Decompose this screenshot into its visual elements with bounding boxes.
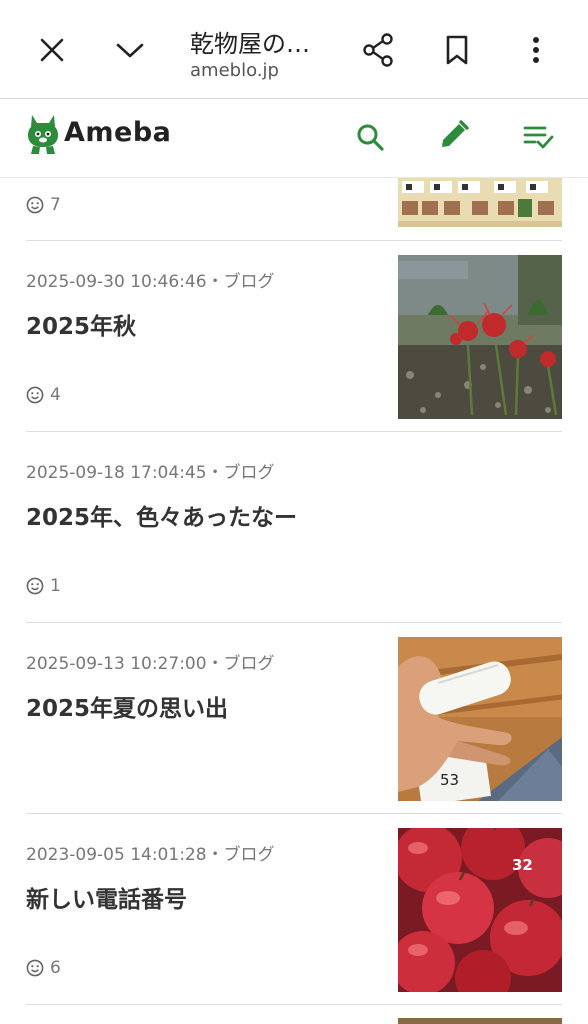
more-menu-button[interactable]	[510, 24, 562, 76]
post-thumbnail[interactable]	[398, 1018, 562, 1024]
like-count-value: 7	[50, 195, 61, 215]
post-feed: 7 2025-09-30 10:46:46・ブログ 2025年秋 4 2025-…	[0, 178, 588, 1024]
smiley-icon	[26, 577, 44, 595]
ameba-logo-icon	[28, 115, 58, 154]
red-spider-lily-image	[398, 255, 562, 419]
page-url: ameblo.jp	[190, 60, 279, 81]
chevron-down-icon	[116, 43, 144, 58]
post-category: ・ブログ	[206, 272, 275, 292]
post-meta: 2025-09-13 10:27:00・ブログ	[26, 649, 275, 674]
post-category: ・ブログ	[206, 845, 275, 865]
share-button[interactable]	[352, 24, 404, 76]
share-icon	[363, 33, 393, 67]
post-title[interactable]: 2025年秋	[26, 307, 136, 341]
list-item[interactable]: 7	[26, 178, 562, 240]
post-date: 2025-09-18 17:04:45	[26, 463, 207, 483]
smiley-icon	[26, 386, 44, 404]
list-item[interactable]: 2025-09-18 17:04:45・ブログ 2025年、色々あったなー 1	[26, 432, 562, 622]
like-count-value: 6	[50, 958, 61, 978]
bookmark-button[interactable]	[431, 24, 483, 76]
post-title[interactable]: 新しい電話番号	[26, 880, 187, 914]
like-count: 7	[26, 195, 61, 215]
post-meta: 2023-09-05 14:01:28・ブログ	[26, 840, 275, 865]
search-icon	[357, 124, 384, 151]
bookmark-icon	[446, 35, 468, 65]
like-count-value: 4	[50, 385, 61, 405]
browser-toolbar: 乾物屋の… ameblo.jp	[0, 0, 588, 99]
post-thumbnail[interactable]	[398, 178, 562, 227]
thumbnail-label: 32	[512, 856, 533, 874]
smiley-icon	[26, 959, 44, 977]
post-category: ・ブログ	[206, 463, 275, 483]
list-item[interactable]: 2023-09-05 14:01:28・ブログ 新しい電話番号 6 32	[26, 814, 562, 1004]
reading-list-button[interactable]	[516, 115, 560, 159]
more-vert-icon	[533, 37, 539, 63]
write-post-button[interactable]	[432, 113, 476, 157]
pencil-icon	[442, 120, 469, 147]
post-date: 2023-09-05 14:01:28	[26, 845, 207, 865]
like-count: 6	[26, 958, 61, 978]
page-title: 乾物屋の…	[190, 30, 310, 58]
post-thumbnail[interactable]: 53	[398, 637, 562, 801]
post-title[interactable]: 2025年、色々あったなー	[26, 498, 297, 532]
post-thumbnail[interactable]	[398, 255, 562, 419]
list-item[interactable]: 2025-09-30 10:46:46・ブログ 2025年秋 4	[26, 241, 562, 431]
close-icon	[40, 38, 64, 62]
post-date: 2025-09-13 10:27:00	[26, 654, 207, 674]
receipt-number: 53	[440, 771, 459, 789]
flyer-image	[398, 178, 562, 227]
smiley-icon	[26, 196, 44, 214]
ameba-logo-text[interactable]: Ameba	[64, 117, 171, 148]
like-count-value: 1	[50, 576, 61, 596]
bandaged-hand-image: 53	[398, 637, 562, 801]
minimize-button[interactable]	[104, 24, 156, 76]
post-meta: 2025-09-30 10:46:46・ブログ	[26, 267, 275, 292]
post-thumbnail[interactable]: 32	[398, 828, 562, 992]
close-tab-button[interactable]	[26, 24, 78, 76]
divider	[26, 1004, 562, 1005]
post-title[interactable]: 2025年夏の思い出	[26, 689, 228, 723]
like-count: 1	[26, 576, 61, 596]
post-meta: 2025-09-18 17:04:45・ブログ	[26, 458, 275, 483]
list-check-icon	[523, 126, 554, 149]
post-category: ・ブログ	[206, 654, 275, 674]
search-button[interactable]	[348, 115, 392, 159]
apples-image: 32	[398, 828, 562, 992]
site-header: Ameba	[0, 99, 588, 178]
post-date: 2025-09-30 10:46:46	[26, 272, 207, 292]
list-item[interactable]: 2025-09-13 10:27:00・ブログ 2025年夏の思い出 53	[26, 623, 562, 813]
like-count: 4	[26, 385, 61, 405]
